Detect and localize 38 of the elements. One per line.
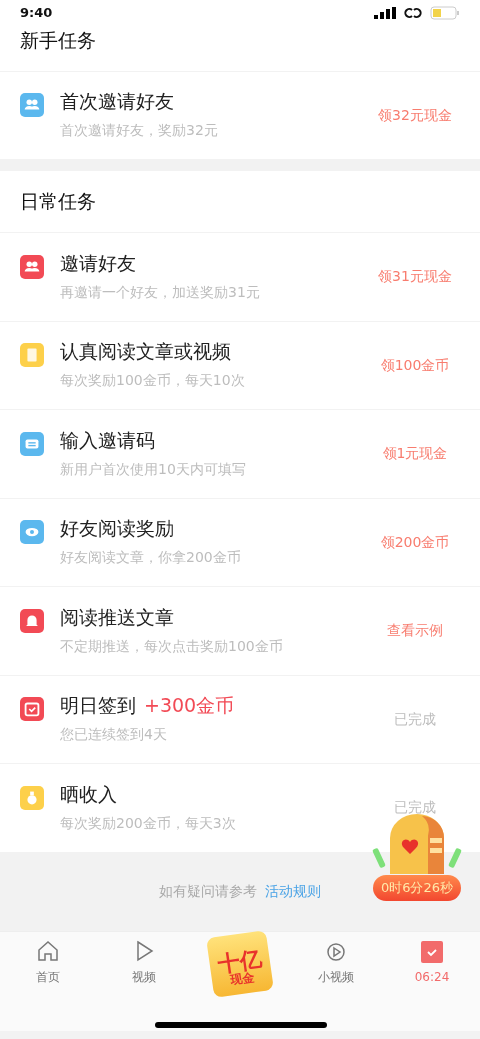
status-time: 9:40 [20,4,53,23]
tab-item[interactable]: 首页 [0,931,96,986]
task-subtitle: 每次奖励200金币，每天3次 [60,813,237,833]
task-title: 阅读推送文章 [60,604,174,630]
reward-link[interactable]: 领200金币 [370,531,460,553]
help-text: 如有疑问请参考 [159,882,257,901]
task-title: 邀请好友 [60,250,136,276]
tab-item[interactable]: 小视频 [288,931,384,986]
task-title: 晒收入 [60,781,117,807]
countdown-timer: 0时6分26秒 [372,875,462,901]
task-subtitle: 首次邀请好友，奖励32元 [60,121,219,141]
reward-link[interactable]: 查看示例 [370,620,460,642]
task-title: 输入邀请码 [60,427,155,453]
task-subtitle: 再邀请一个好友，加送奖励31元 [60,282,261,302]
tab-item[interactable]: 视频 [96,931,192,986]
battery-icon [430,6,460,20]
task-title: 认真阅读文章或视频 [60,339,231,365]
task-title: 好友阅读奖励 [60,516,174,542]
section-title: 新手任务 [19,28,97,53]
reward-link[interactable]: 领1元现金 [370,443,460,465]
bonus-text: +300金币 [144,693,235,719]
rules-link[interactable]: 活动规则 [265,881,321,902]
task-subtitle: 新用户首次使用10天内可填写 [60,459,247,479]
tab-item[interactable]: 06:24 [384,931,480,986]
status-text: 已完成 [393,709,437,729]
promo-badge[interactable]: 十亿 现金 [206,929,274,998]
reward-link[interactable]: 领32元现金 [370,104,460,126]
task-subtitle: 您已连续签到4天 [60,725,168,745]
task-subtitle: 不定期推送，每次点击奖励100金币 [60,636,284,656]
task-subtitle: 好友阅读文章，你拿200金币 [60,548,242,568]
link-icon [404,6,422,20]
reward-link[interactable]: 领100金币 [370,354,460,376]
task-title: 明日签到 [60,693,136,719]
signal-icon [374,7,396,19]
status-text: 已完成 [393,798,437,818]
task-subtitle: 每次奖励100金币，每天10次 [60,371,246,391]
task-title: 首次邀请好友 [60,89,174,115]
reward-link[interactable]: 领31元现金 [370,266,460,288]
